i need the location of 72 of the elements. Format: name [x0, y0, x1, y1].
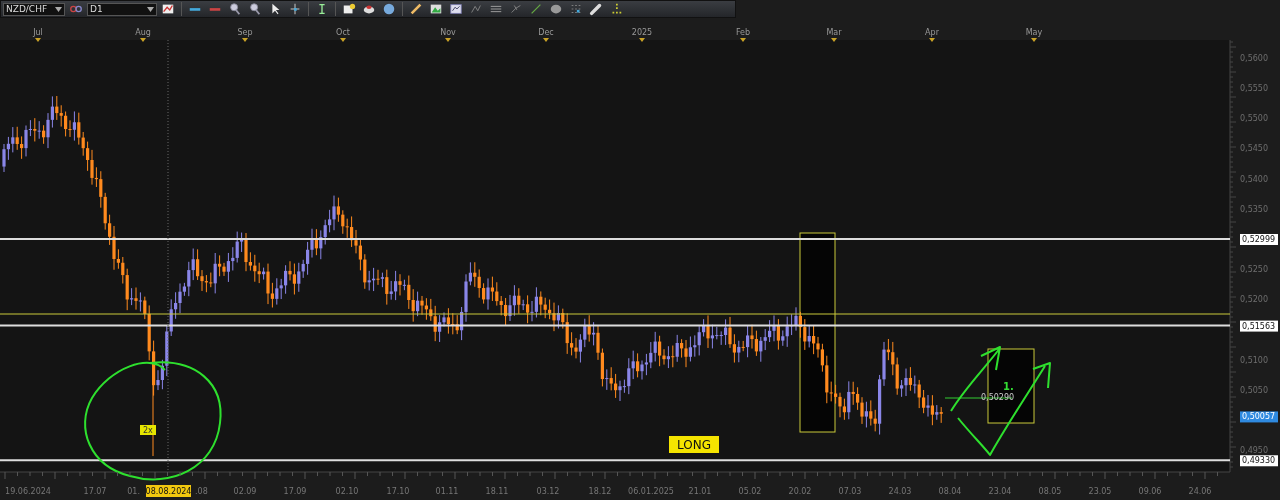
price-label: 0,5350 — [1240, 204, 1268, 214]
period-marker-icon — [140, 38, 146, 42]
price-label: 0,5500 — [1240, 114, 1268, 124]
date-label: 02.10 — [335, 487, 359, 496]
month-label: Sep — [237, 28, 253, 37]
date-label: 18.11 — [485, 487, 509, 496]
date-label: 08.04 — [938, 487, 962, 496]
spike-label: 2x — [140, 425, 156, 435]
symbol-dropdown[interactable]: NZD/CHF — [3, 2, 65, 16]
price-label: 0,5200 — [1240, 295, 1268, 305]
price-tag: 0,51563 — [1240, 320, 1278, 332]
period-marker-icon — [831, 38, 837, 42]
price-tag: 0,52999 — [1240, 234, 1278, 245]
period-marker-icon — [1031, 38, 1037, 42]
price-label: 0,5600 — [1240, 54, 1268, 63]
date-label: 17.09 — [283, 487, 307, 496]
period-marker-icon — [639, 38, 645, 42]
price-label: 0,5250 — [1240, 265, 1268, 275]
month-label: Aug — [135, 28, 151, 37]
month-label: Jul — [33, 28, 43, 37]
date-label: 06.01.2025 — [628, 487, 674, 496]
price-label: 0,5400 — [1240, 174, 1268, 184]
timeframe-dropdown[interactable]: D1 — [87, 2, 157, 16]
caret-icon — [55, 6, 62, 12]
date-label: 19.06.2024 — [5, 487, 51, 496]
date-label: 07.03 — [838, 487, 862, 496]
month-label: 2025 — [631, 28, 653, 37]
handwritten-mark: 1. — [1003, 381, 1014, 392]
date-label: 17.07 — [83, 487, 107, 496]
cursor-date-label: 08.08.2024 — [145, 485, 192, 497]
month-label: Oct — [336, 28, 350, 37]
period-marker-icon — [445, 38, 451, 42]
date-label: 05.02 — [738, 487, 762, 496]
period-marker-icon — [242, 38, 248, 42]
price-annotation: 0,50290 — [981, 393, 1015, 402]
date-label: 02.09 — [233, 487, 257, 496]
month-label: Nov — [440, 28, 456, 37]
price-label: 0,5100 — [1240, 355, 1268, 365]
date-label: 24.03 — [888, 487, 912, 496]
price-label: 0,5550 — [1240, 84, 1268, 94]
period-marker-icon — [740, 38, 746, 42]
date-label: .08 — [195, 487, 208, 496]
period-marker-icon — [543, 38, 549, 42]
price-label: 0,5050 — [1240, 385, 1268, 395]
month-label: May — [1025, 28, 1043, 37]
month-label: Mar — [826, 28, 842, 37]
caret-icon — [147, 6, 154, 12]
date-label: 08.05 — [1038, 487, 1062, 496]
date-label: 01. — [127, 487, 140, 496]
month-label: Dec — [538, 28, 554, 37]
price-tag: 0,49330 — [1240, 455, 1278, 467]
date-label: 21.01 — [688, 487, 712, 496]
date-label: 09.06 — [1138, 487, 1162, 496]
date-label: 24.06 — [1188, 487, 1212, 496]
month-label: Apr — [925, 28, 939, 37]
date-label: 17.10 — [386, 487, 410, 496]
date-label: 20.02 — [788, 487, 812, 496]
date-label: 23.05 — [1088, 487, 1112, 496]
price-label: 0,4950 — [1240, 446, 1268, 455]
price-tag: 0,50057 — [1240, 411, 1278, 423]
price-line — [944, 397, 1013, 399]
date-label: 01.11 — [435, 487, 459, 496]
date-label: 23.04 — [988, 487, 1012, 496]
long-label: LONG — [669, 436, 719, 453]
period-marker-icon — [929, 38, 935, 42]
period-marker-icon — [340, 38, 346, 42]
price-label: 0,5450 — [1240, 144, 1268, 154]
chart-window-icon[interactable] — [447, 1, 465, 17]
date-label: 18.12 — [588, 487, 612, 496]
period-marker-icon — [35, 38, 41, 42]
month-label: Feb — [735, 28, 751, 37]
date-label: 03.12 — [536, 487, 560, 496]
